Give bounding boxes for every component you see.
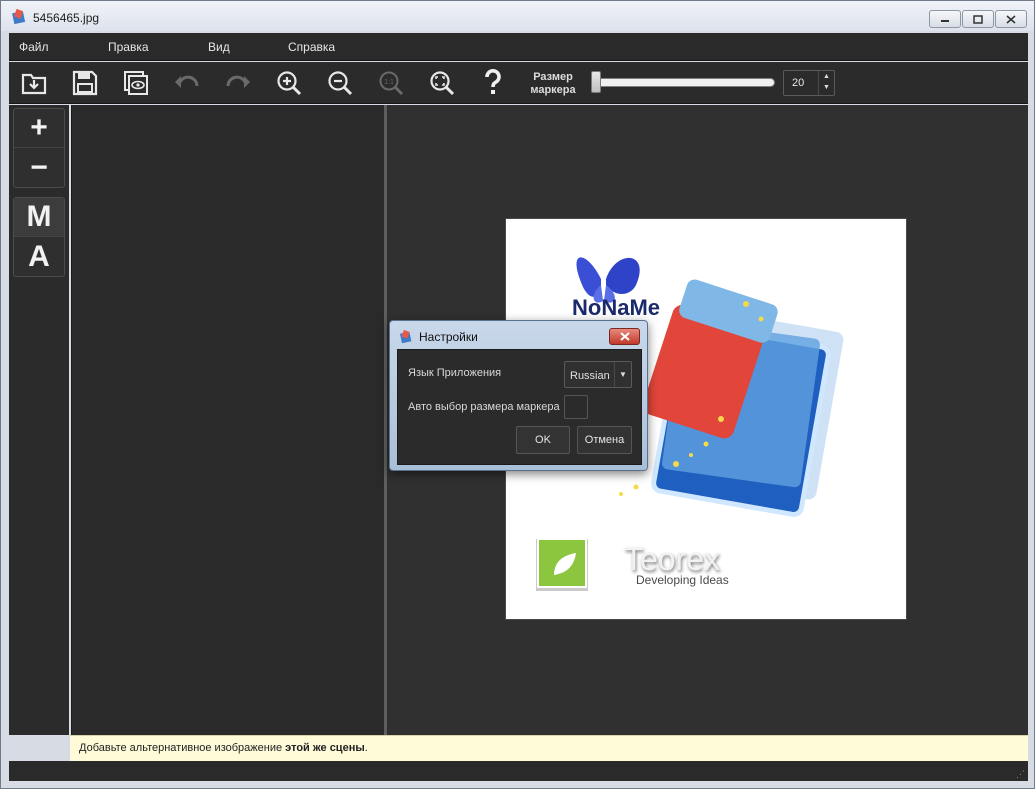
open-folder-icon [21, 73, 47, 95]
cancel-button[interactable]: Отмена [577, 426, 632, 454]
auto-marker-checkbox[interactable] [564, 395, 588, 419]
minimize-icon [941, 20, 949, 22]
nonamé-logo-text: NoNaMe [572, 295, 661, 320]
marker-size-slider[interactable] [591, 78, 775, 87]
redo-icon [226, 75, 250, 88]
status-text-bold: этой же сцены [285, 742, 365, 754]
save-button[interactable] [69, 68, 101, 98]
svg-text:1:1: 1:1 [384, 79, 394, 86]
menu-view[interactable]: Вид [208, 40, 230, 54]
status-text-suffix: . [364, 742, 368, 754]
app-icon [12, 9, 26, 25]
save-icon [72, 70, 98, 96]
menu-file[interactable]: Файл [19, 40, 49, 54]
question-icon [485, 69, 501, 94]
mode-tool-group: M A [13, 197, 65, 277]
add-mask-button[interactable]: + [14, 109, 64, 148]
maximize-button[interactable] [962, 10, 994, 28]
chevron-down-icon: ▼ [614, 362, 631, 387]
status-bar: Добавьте альтернативное изображение этой… [70, 735, 1028, 761]
marker-size-label-line2: маркера [530, 84, 576, 96]
toolbar: 1:1 Размер маркера 20 ▲ ▼ [9, 62, 1028, 104]
app-window: 5456465.jpg Файл Правка Вид Справка 1:1 … [0, 0, 1035, 789]
dialog-title: Настройки [419, 330, 478, 344]
zoom-actual-size-icon: 1:1 [379, 71, 404, 96]
close-icon [619, 332, 630, 341]
close-button[interactable] [995, 10, 1027, 28]
help-button[interactable] [477, 68, 509, 98]
zoom-fit-button[interactable] [426, 68, 458, 98]
language-select[interactable]: Russian ▼ [564, 361, 632, 388]
menu-edit[interactable]: Правка [108, 40, 149, 54]
tool-sidebar: + − M A [9, 105, 69, 735]
zoom-fit-icon [430, 71, 455, 96]
zoom-in-icon [277, 71, 302, 96]
teorex-tagline: Developing Ideas [636, 573, 729, 587]
title-bar: 5456465.jpg [1, 1, 1034, 31]
close-icon [1006, 14, 1016, 24]
zoom-in-button[interactable] [273, 68, 305, 98]
language-select-value: Russian [570, 370, 610, 382]
menu-bar: Файл Правка Вид Справка [9, 33, 1028, 61]
zoom-actual-button[interactable]: 1:1 [375, 68, 407, 98]
spin-up-icon[interactable]: ▲ [823, 73, 830, 80]
resize-grip-icon[interactable]: ⋰ [1016, 769, 1025, 780]
manual-mode-button[interactable]: M [14, 198, 64, 237]
window-title: 5456465.jpg [33, 11, 100, 25]
ok-button[interactable]: OK [516, 426, 570, 454]
marker-size-label: Размер маркера [522, 71, 584, 97]
source-image-panel[interactable] [71, 105, 384, 735]
status-text-prefix: Добавьте альтернативное изображение [79, 742, 286, 754]
undo-icon [175, 75, 199, 88]
redo-button[interactable] [222, 68, 254, 98]
minimize-button[interactable] [929, 10, 961, 28]
status-text: Добавьте альтернативное изображение этой… [79, 742, 368, 754]
zoom-out-icon [328, 71, 353, 96]
settings-dialog: Настройки Язык Приложения Russian ▼ Авто… [389, 320, 648, 471]
dialog-body: Язык Приложения Russian ▼ Авто выбор раз… [397, 349, 642, 465]
language-label: Язык Приложения [408, 367, 502, 379]
dialog-app-icon [399, 330, 412, 344]
spin-arrows: ▲ ▼ [818, 71, 834, 95]
mask-tool-group: + − [13, 108, 65, 188]
undo-button[interactable] [171, 68, 203, 98]
marker-size-label-line1: Размер [533, 71, 573, 83]
auto-mode-button[interactable]: A [14, 237, 64, 276]
dialog-close-button[interactable] [609, 328, 640, 345]
menu-help[interactable]: Справка [288, 40, 335, 54]
remove-mask-button[interactable]: − [14, 148, 64, 187]
open-button[interactable] [18, 68, 50, 98]
restore-icon [973, 14, 983, 24]
spin-down-icon[interactable]: ▼ [823, 84, 830, 91]
preview-icon [124, 71, 148, 95]
zoom-out-button[interactable] [324, 68, 356, 98]
marker-size-spinbox[interactable]: 20 ▲ ▼ [783, 70, 835, 96]
preview-button[interactable] [120, 68, 152, 98]
marker-size-value[interactable]: 20 [792, 77, 804, 89]
bottom-strip [9, 761, 1028, 781]
auto-marker-label: Авто выбор размера маркера [408, 401, 560, 413]
marker-size-slider-thumb[interactable] [591, 71, 601, 93]
